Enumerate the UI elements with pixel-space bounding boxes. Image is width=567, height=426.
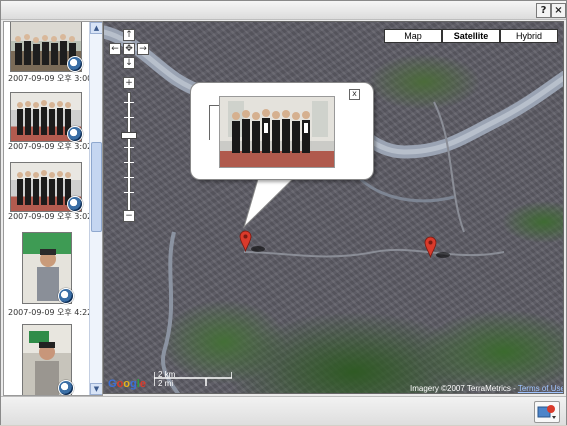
add-to-map-button[interactable] <box>534 401 560 423</box>
app-window: ? × 2007-09-09 오후 3:00 2007-09-09 오후 3:0… <box>0 0 567 425</box>
satellite-map[interactable]: Map Satellite Hybrid ↑ ← ✥ → ↓ + − x 2 k… <box>103 21 564 394</box>
bottom-bar <box>1 396 566 425</box>
scale-km-label: 2 km <box>158 370 176 379</box>
photo-timestamp: 2007-09-09 오후 3:00 <box>8 74 93 83</box>
scroll-down-button[interactable]: ▼ <box>90 383 102 395</box>
info-window-photo[interactable] <box>219 96 335 168</box>
marker-shadow <box>251 246 265 252</box>
map-scale-bar: 2 km 2 mi <box>153 370 233 388</box>
photo-source-icon <box>58 288 74 304</box>
info-window-tail <box>242 171 302 229</box>
info-window-close-button[interactable]: x <box>349 89 360 100</box>
marker-shadow <box>436 252 450 258</box>
close-button[interactable]: × <box>551 3 566 18</box>
scroll-up-button[interactable]: ▲ <box>90 22 102 34</box>
photo-timestamp: 2007-09-09 오후 4:22 <box>8 308 93 317</box>
terms-of-use-link[interactable]: Terms of Use <box>518 384 563 393</box>
photo-list-panel: 2007-09-09 오후 3:00 2007-09-09 오후 3:02 20… <box>3 21 103 396</box>
scrollbar-thumb[interactable] <box>91 142 102 232</box>
photo-source-icon <box>67 56 83 72</box>
photo-timestamp: 2007-09-09 오후 3:02 <box>8 142 93 151</box>
help-button[interactable]: ? <box>536 3 551 18</box>
google-logo[interactable]: Google <box>108 378 146 390</box>
photo-source-icon <box>67 196 83 212</box>
sidebar-scrollbar[interactable]: ▲ ▼ <box>89 22 102 395</box>
map-pin-icon <box>537 405 556 419</box>
photo-timestamp: 2007-09-09 오후 3:02 <box>8 212 93 221</box>
group-people-graphic <box>220 97 334 167</box>
photo-source-icon <box>67 126 83 142</box>
copyright-text: Imagery ©2007 TerraMetrics - <box>410 384 518 393</box>
map-copyright: Imagery ©2007 TerraMetrics - Terms of Us… <box>410 384 563 393</box>
title-bar: ? × <box>1 1 566 20</box>
scale-mi-label: 2 mi <box>158 379 174 388</box>
photo-source-icon <box>58 380 74 395</box>
photo-info-window: x <box>190 82 374 180</box>
